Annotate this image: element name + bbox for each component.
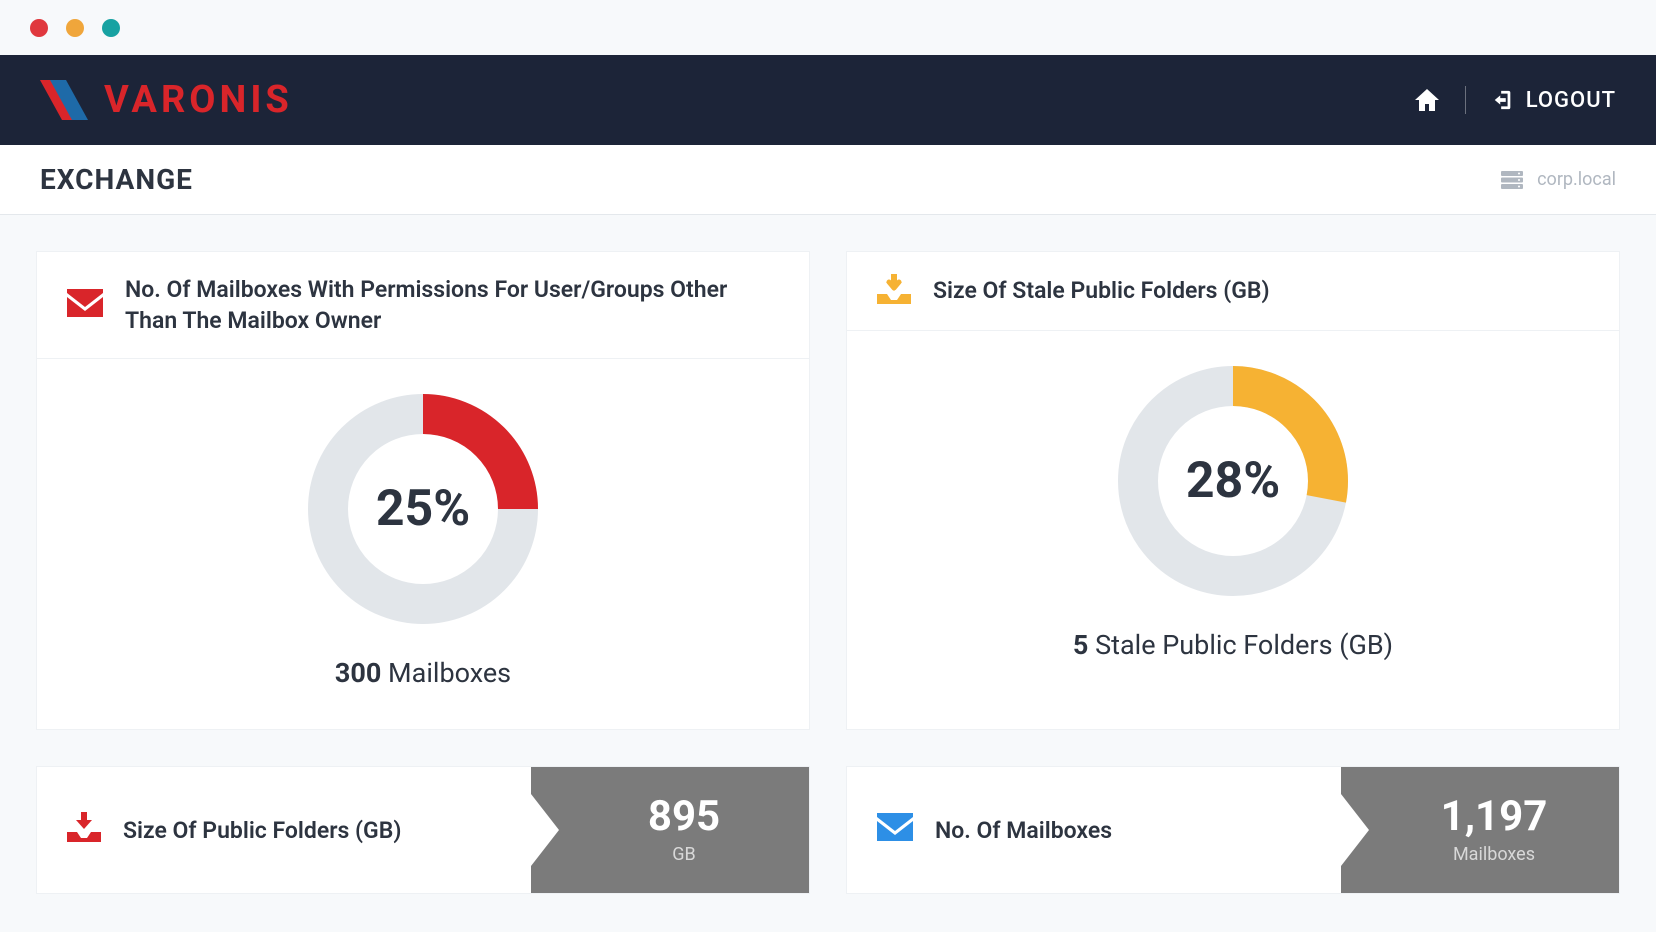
caption-value: 5 bbox=[1073, 629, 1089, 661]
card-header: Size Of Stale Public Folders (GB) bbox=[847, 252, 1619, 331]
window-minimize-button[interactable] bbox=[66, 19, 84, 37]
caption-value: 300 bbox=[335, 657, 381, 689]
caption-text: Stale Public Folders (GB) bbox=[1088, 629, 1393, 661]
caption-text: Mailboxes bbox=[381, 657, 511, 689]
envelope-icon bbox=[67, 289, 103, 321]
server-icon bbox=[1501, 171, 1523, 189]
card-title: No. Of Mailboxes With Permissions For Us… bbox=[125, 274, 779, 336]
domain-label: corp.local bbox=[1537, 169, 1616, 190]
logout-button[interactable]: LOGOUT bbox=[1492, 88, 1616, 113]
subheader: EXCHANGE corp.local bbox=[0, 145, 1656, 215]
card-header: No. Of Mailboxes With Permissions For Us… bbox=[37, 252, 809, 359]
domain-indicator: corp.local bbox=[1501, 169, 1616, 190]
stat-right: 895 GB bbox=[559, 767, 809, 893]
donut-percent-label: 28% bbox=[1113, 361, 1353, 601]
topbar-actions: LOGOUT bbox=[1415, 86, 1616, 114]
stat-card-mailboxes: No. Of Mailboxes 1,197 Mailboxes bbox=[846, 766, 1620, 894]
card-body: 25% 300 Mailboxes bbox=[37, 359, 809, 729]
page-title: EXCHANGE bbox=[40, 163, 193, 196]
stat-value: 895 bbox=[648, 796, 720, 838]
card-stale-folders: Size Of Stale Public Folders (GB) 28% 5 … bbox=[846, 251, 1620, 730]
card-caption: 300 Mailboxes bbox=[335, 657, 511, 689]
donut-chart-mailbox-permissions: 25% bbox=[303, 389, 543, 629]
stat-left: Size Of Public Folders (GB) bbox=[37, 767, 559, 893]
dashboard-content: No. Of Mailboxes With Permissions For Us… bbox=[0, 215, 1656, 930]
stat-left: No. Of Mailboxes bbox=[847, 767, 1369, 893]
donut-chart-stale-folders: 28% bbox=[1113, 361, 1353, 601]
envelope-icon bbox=[877, 813, 913, 847]
stat-label: No. Of Mailboxes bbox=[935, 817, 1112, 844]
home-icon[interactable] bbox=[1415, 89, 1439, 111]
brand-logo[interactable]: VARONIS bbox=[40, 78, 293, 122]
card-title: Size Of Stale Public Folders (GB) bbox=[933, 275, 1270, 306]
window-chrome bbox=[0, 0, 1656, 55]
card-body: 28% 5 Stale Public Folders (GB) bbox=[847, 331, 1619, 701]
download-tray-icon bbox=[877, 274, 911, 308]
logout-icon bbox=[1492, 89, 1514, 111]
card-mailbox-permissions: No. Of Mailboxes With Permissions For Us… bbox=[36, 251, 810, 730]
donut-percent-label: 25% bbox=[303, 389, 543, 629]
window-maximize-button[interactable] bbox=[102, 19, 120, 37]
brand-mark-icon bbox=[40, 80, 94, 120]
stat-label: Size Of Public Folders (GB) bbox=[123, 817, 401, 844]
download-tray-icon bbox=[67, 812, 101, 848]
stat-right: 1,197 Mailboxes bbox=[1369, 767, 1619, 893]
window-close-button[interactable] bbox=[30, 19, 48, 37]
card-caption: 5 Stale Public Folders (GB) bbox=[1073, 629, 1393, 661]
stat-unit: GB bbox=[672, 844, 695, 865]
topbar-divider bbox=[1465, 86, 1466, 114]
stat-value: 1,197 bbox=[1441, 796, 1548, 838]
stat-card-public-folders: Size Of Public Folders (GB) 895 GB bbox=[36, 766, 810, 894]
stat-unit: Mailboxes bbox=[1453, 844, 1535, 865]
logout-label: LOGOUT bbox=[1526, 88, 1616, 113]
topbar: VARONIS LOGOUT bbox=[0, 55, 1656, 145]
brand-name: VARONIS bbox=[104, 78, 293, 122]
